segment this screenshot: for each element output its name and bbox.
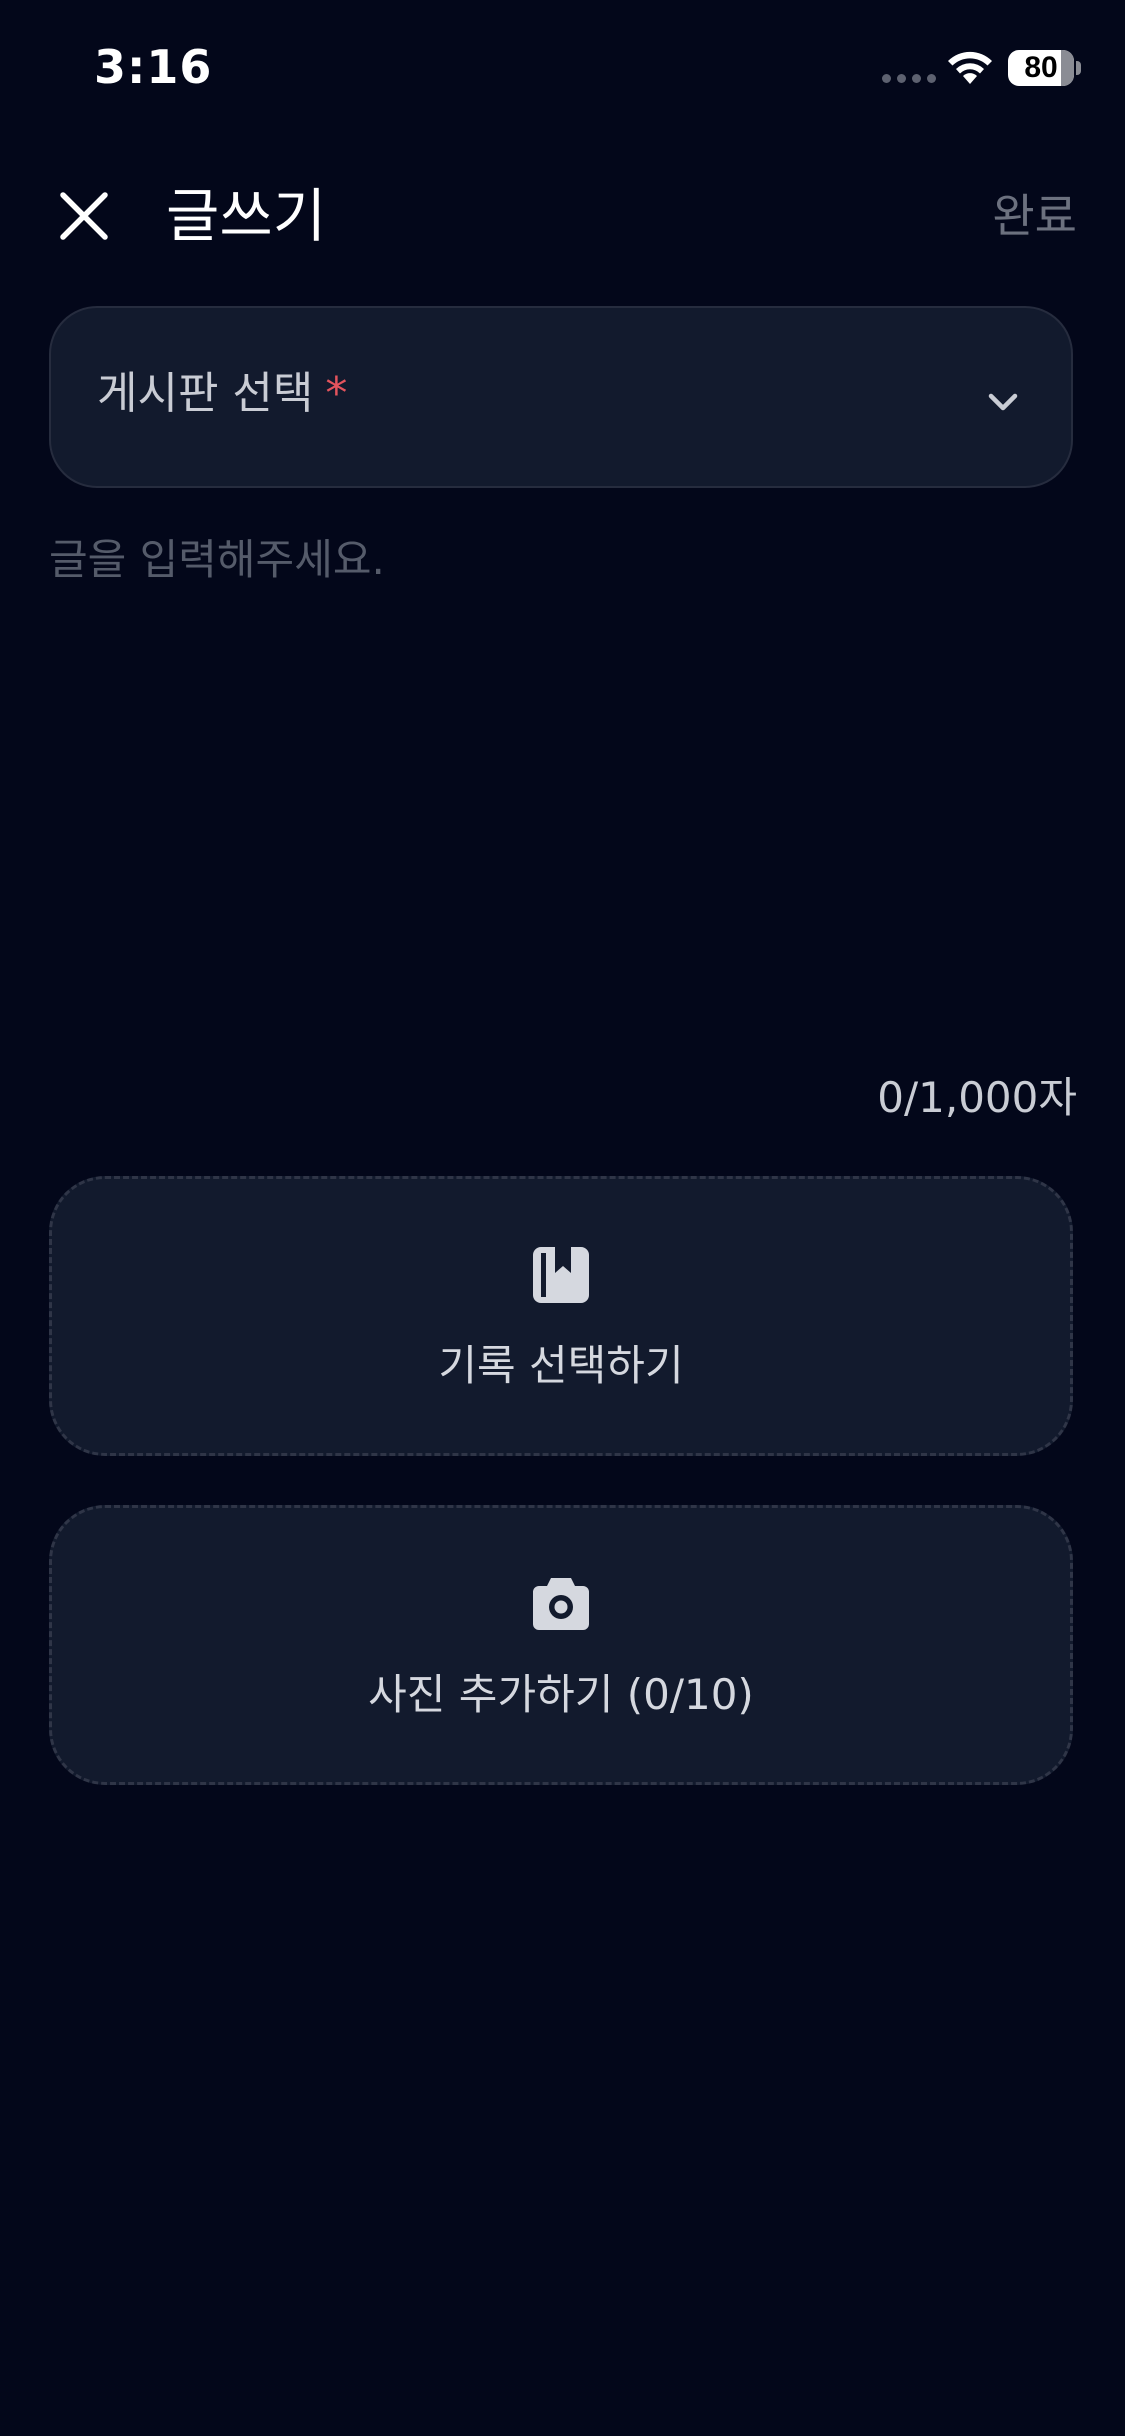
battery-icon: 80 — [1008, 50, 1074, 86]
status-bar: 3:16 80 — [0, 0, 1125, 140]
close-button[interactable] — [48, 180, 120, 252]
status-time: 3:16 — [94, 40, 213, 94]
chevron-down-icon — [988, 393, 1018, 411]
battery-tip — [1076, 61, 1081, 75]
header: 글쓰기 완료 — [0, 160, 1125, 270]
board-select-label: 게시판 선택 * — [97, 366, 347, 422]
select-record-button[interactable]: 기록 선택하기 — [49, 1176, 1073, 1456]
board-select-dropdown[interactable]: 게시판 선택 * — [49, 306, 1073, 488]
required-mark: * — [325, 368, 348, 419]
add-photo-label: 사진 추가하기 (0/10) — [368, 1670, 754, 1719]
page-title: 글쓰기 — [166, 182, 327, 250]
post-content-input[interactable] — [49, 530, 1073, 1050]
battery-level: 80 — [1024, 51, 1058, 84]
add-photo-button[interactable]: 사진 추가하기 (0/10) — [49, 1505, 1073, 1785]
bookmark-book-icon — [533, 1247, 589, 1303]
board-select-text: 게시판 선택 — [97, 368, 314, 419]
cellular-signal-icon — [882, 74, 936, 83]
wifi-icon — [948, 51, 992, 84]
camera-icon — [533, 1578, 589, 1630]
select-record-label: 기록 선택하기 — [438, 1341, 684, 1390]
done-button[interactable]: 완료 — [992, 186, 1077, 246]
char-count: 0/1,000자 — [877, 1073, 1077, 1122]
close-icon — [60, 192, 108, 240]
